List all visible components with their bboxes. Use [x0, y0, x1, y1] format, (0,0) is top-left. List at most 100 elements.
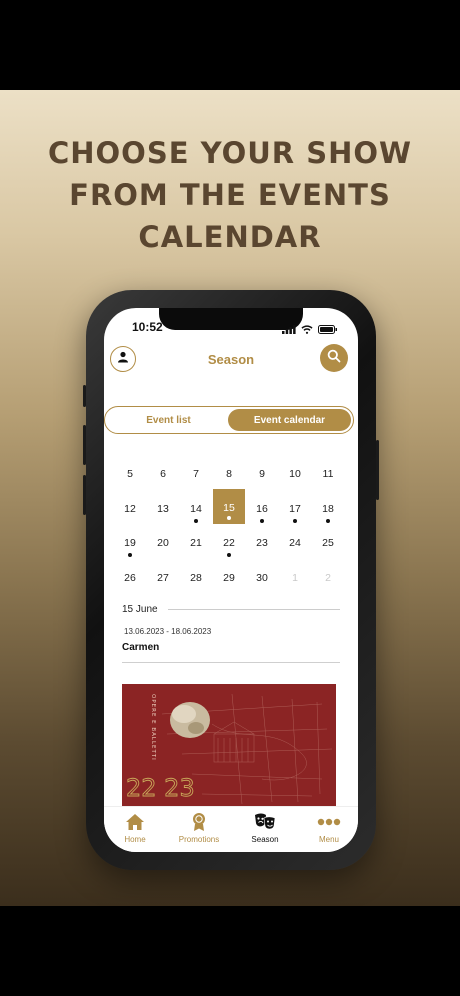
calendar-day[interactable]: 28: [180, 564, 212, 596]
calendar-day[interactable]: 29: [213, 564, 245, 596]
calendar-day-number: 16: [256, 502, 268, 515]
more-dots-icon: [317, 818, 341, 828]
volume-up-button: [83, 425, 86, 465]
calendar-day-number: 8: [226, 468, 232, 480]
event-indicator-dot: [128, 553, 132, 557]
calendar-day-number: 15: [223, 501, 235, 514]
poster-artwork: OPERE E BALLETTI 22 23: [122, 684, 336, 806]
calendar-day[interactable]: 7: [180, 460, 212, 492]
side-button: [376, 440, 379, 500]
calendar-day-number: 11: [322, 468, 334, 480]
divider: [122, 662, 340, 663]
calendar-day-number: 20: [157, 537, 169, 549]
calendar-week-row: 12 13 14 15 16 17 18: [114, 488, 344, 530]
search-button[interactable]: [320, 344, 348, 372]
calendar-day[interactable]: 11: [312, 460, 344, 492]
calendar-day[interactable]: 8: [213, 460, 245, 492]
event-indicator-dot: [227, 553, 231, 557]
calendar-day[interactable]: 25: [312, 529, 344, 561]
calendar-day[interactable]: 22: [213, 529, 245, 561]
award-icon: [191, 812, 207, 834]
calendar-day[interactable]: 23: [246, 529, 278, 561]
search-icon: [327, 349, 341, 368]
poster-side-text: OPERE E BALLETTI: [150, 694, 156, 761]
calendar-day[interactable]: 6: [147, 460, 179, 492]
letterbox-bottom: [0, 906, 460, 996]
event-poster[interactable]: OPERE E BALLETTI 22 23: [122, 684, 336, 806]
calendar-day[interactable]: 17: [279, 495, 311, 527]
calendar-day[interactable]: 13: [147, 495, 179, 527]
calendar-day[interactable]: 16: [246, 495, 278, 527]
calendar-day[interactable]: 2: [312, 564, 344, 596]
calendar-day-number: 13: [157, 502, 169, 515]
calendar-day-number: 30: [256, 571, 268, 584]
event-indicator-dot: [227, 515, 231, 520]
calendar-day-number: 22: [223, 537, 235, 549]
calendar-day[interactable]: 12: [114, 495, 146, 527]
calendar-day[interactable]: 24: [279, 529, 311, 561]
tab-menu[interactable]: Menu: [298, 813, 358, 844]
calendar-day[interactable]: 9: [246, 460, 278, 492]
calendar-day-number: 7: [193, 468, 199, 480]
calendar-day-selected[interactable]: 15: [213, 488, 245, 524]
headline-line-2: FROM THE EVENTS: [69, 178, 391, 212]
calendar-day-number: 1: [292, 571, 298, 584]
event-indicator-dot: [326, 518, 330, 523]
calendar-day[interactable]: 5: [114, 460, 146, 492]
tab-label: Promotions: [178, 835, 220, 844]
calendar-day[interactable]: 27: [147, 564, 179, 596]
app-screen: 10:52 Season Event list Event calendar 5…: [104, 308, 358, 852]
calendar-day-number: 24: [289, 537, 301, 549]
signal-icon: [282, 321, 296, 339]
tab-label: Home: [124, 835, 146, 844]
calendar-day-number: 28: [190, 571, 202, 584]
calendar-day-number: 25: [322, 537, 334, 549]
selected-day-section: 15 June 13.06.2023 - 18.06.2023 Carmen: [122, 604, 340, 663]
tab-event-list[interactable]: Event list: [107, 409, 230, 431]
calendar-day-number: 26: [124, 571, 136, 584]
calendar-day[interactable]: 20: [147, 529, 179, 561]
calendar-day-number: 27: [157, 571, 169, 584]
calendar-day-number: 19: [124, 537, 136, 549]
theater-masks-icon: [254, 813, 276, 833]
tab-label: Season: [251, 835, 279, 844]
calendar-day[interactable]: 10: [279, 460, 311, 492]
tab-promotions[interactable]: Promotions: [168, 813, 230, 844]
calendar-day-number: 18: [322, 502, 334, 515]
calendar-day[interactable]: 1: [279, 564, 311, 596]
tab-home[interactable]: Home: [104, 813, 166, 844]
calendar-day-number: 2: [325, 571, 331, 584]
calendar-day[interactable]: 26: [114, 564, 146, 596]
calendar-day[interactable]: 18: [312, 495, 344, 527]
calendar-day-number: 23: [256, 537, 268, 549]
calendar-day-number: 5: [127, 468, 133, 480]
home-icon: [125, 813, 145, 833]
event-title[interactable]: Carmen: [122, 642, 340, 653]
calendar-day-number: 12: [124, 502, 136, 515]
mute-switch: [83, 385, 86, 407]
poster-year-text: 22 23: [126, 774, 195, 802]
calendar-day-number: 17: [289, 502, 301, 515]
tab-season[interactable]: Season: [234, 813, 296, 844]
calendar-day[interactable]: 21: [180, 529, 212, 561]
divider: [167, 609, 340, 610]
calendar-week-row: 26 27 28 29 30 1 2: [114, 564, 344, 599]
event-indicator-dot: [293, 518, 297, 523]
calendar-day[interactable]: 30: [246, 564, 278, 596]
calendar-day-number: 10: [289, 468, 301, 480]
calendar-day[interactable]: 14: [180, 495, 212, 527]
promo-background: CHOOSE YOUR SHOW FROM THE EVENTS CALENDA…: [0, 90, 460, 906]
selected-date-header: 15 June: [122, 604, 340, 615]
calendar-day-number: 6: [160, 468, 166, 480]
battery-icon: [318, 321, 338, 339]
calendar-week-row: 19 20 21 22 23 24 25: [114, 529, 344, 564]
calendar-day[interactable]: 19: [114, 529, 146, 561]
calendar-day-number: 21: [190, 537, 202, 549]
promo-headline: CHOOSE YOUR SHOW FROM THE EVENTS CALENDA…: [0, 132, 460, 258]
event-indicator-dot: [260, 518, 264, 523]
view-toggle: Event list Event calendar: [104, 406, 354, 434]
tab-event-calendar[interactable]: Event calendar: [228, 409, 351, 431]
calendar-day-number: 9: [259, 468, 265, 480]
calendar-grid: 5 6 7 8 9 10 11 12 13 14 15 16 17 18 19 20 21 22 23 24 25 26 2…: [114, 460, 344, 598]
volume-down-button: [83, 475, 86, 515]
